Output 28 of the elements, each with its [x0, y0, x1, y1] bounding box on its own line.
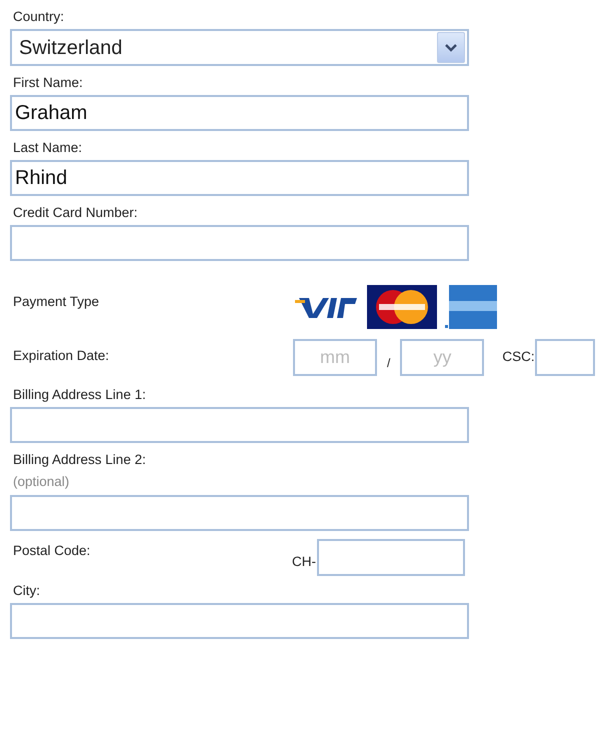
caret-icon	[445, 44, 457, 52]
field-label: Billing Address Line 1:	[13, 386, 147, 403]
optional-hint: (optional)	[13, 473, 70, 491]
csc-field[interactable]	[534, 339, 595, 376]
field-label: First Name:	[13, 74, 84, 91]
card-logo-icon	[445, 285, 497, 329]
field-label: Expiration Date:	[13, 347, 110, 364]
month-field[interactable]: mm	[293, 339, 377, 376]
field-label: Billing Address Line 2:	[13, 451, 147, 468]
field-label: CSC:	[502, 348, 535, 366]
field-label: City:	[13, 582, 41, 599]
input-field[interactable]	[10, 603, 469, 639]
input-field[interactable]: Rhind	[10, 160, 469, 196]
input-field[interactable]	[10, 495, 469, 531]
postal-code-field[interactable]	[317, 539, 465, 576]
separator: /	[387, 354, 390, 372]
country-dropdown[interactable]: Switzerland	[10, 29, 469, 66]
field-label: Postal Code:	[13, 542, 92, 559]
postal-prefix: CH-	[292, 552, 316, 571]
input-field[interactable]: Graham	[10, 95, 469, 131]
year-field[interactable]: yy	[400, 339, 484, 376]
field-label: Credit Card Number:	[13, 204, 139, 221]
input-field[interactable]	[10, 225, 469, 261]
card-logo-icon	[367, 285, 437, 329]
field-label: Last Name:	[13, 139, 84, 156]
field-label: Country:	[13, 8, 66, 25]
field-label: Payment Type	[13, 293, 100, 311]
input-field[interactable]	[10, 407, 469, 443]
